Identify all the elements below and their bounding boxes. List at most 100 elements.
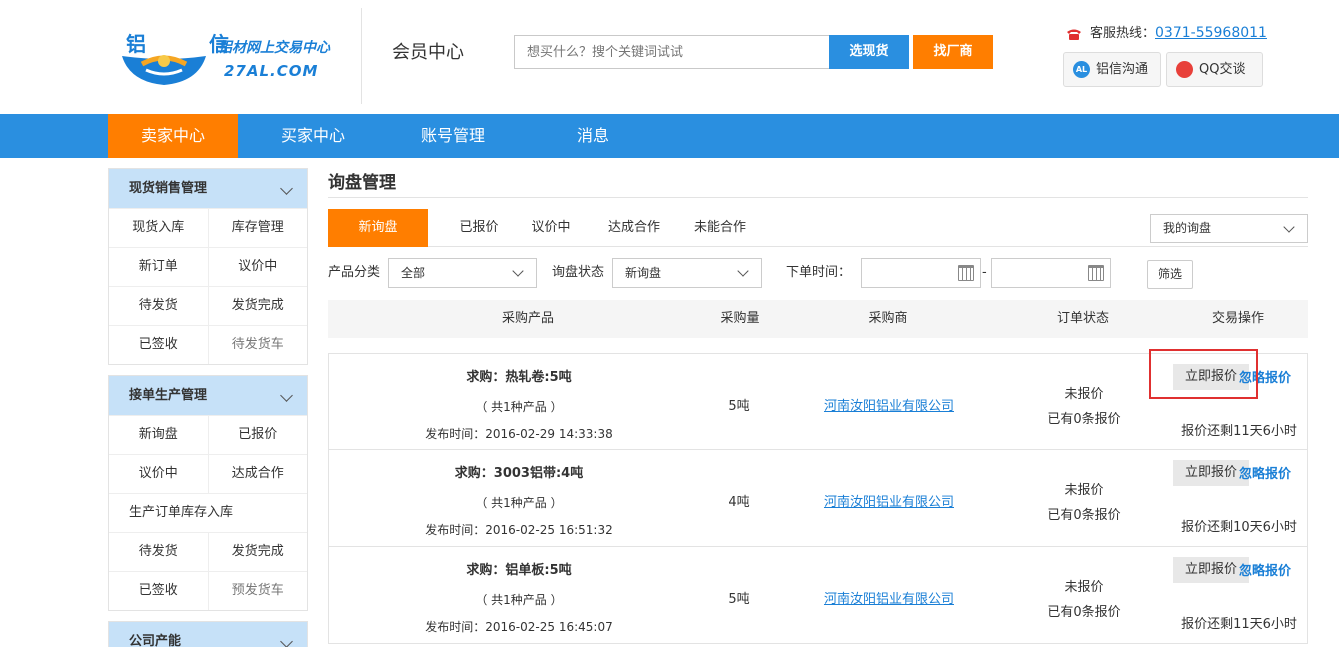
- sidebar-row: 已签收 待发货车: [109, 325, 307, 364]
- sidebar-item[interactable]: 已签收: [109, 572, 208, 610]
- sidebar-item[interactable]: 新订单: [109, 248, 208, 286]
- sidebar-item[interactable]: 已签收: [109, 326, 208, 364]
- logo-bowl-icon: [122, 55, 206, 85]
- find-factory-button[interactable]: 找厂商: [913, 35, 993, 69]
- table-row: 求购：3003铝带:4吨 （ 共1种产品 ） 发布时间：2016-02-25 1…: [328, 450, 1308, 547]
- al-chat-icon: AL: [1073, 61, 1090, 78]
- tab-negotiating[interactable]: 议价中: [516, 209, 586, 247]
- al-chat-button[interactable]: AL 铝信沟通: [1063, 52, 1161, 87]
- buyer-link[interactable]: 河南汝阳铝业有限公司: [799, 588, 979, 607]
- order-status: 未报价 已有0条报价: [1019, 382, 1149, 432]
- inquiry-tabs: 新询盘 已报价 议价中 达成合作 未能合作 我的询盘: [328, 209, 1308, 247]
- sidebar-item[interactable]: 待发货: [109, 287, 208, 325]
- quote-status: 未报价: [1064, 387, 1104, 402]
- product-title: 求购：铝单板:5吨: [466, 563, 572, 578]
- table-row: 求购：铝单板:5吨 （ 共1种产品 ） 发布时间：2016-02-25 16:4…: [328, 547, 1308, 644]
- category-value: 全部: [401, 266, 426, 280]
- sidebar-item[interactable]: 议价中: [109, 455, 208, 493]
- tab-agreed[interactable]: 达成合作: [594, 209, 674, 247]
- sidebar-group-header[interactable]: 现货销售管理: [109, 169, 307, 208]
- ignore-quote-link[interactable]: 忽略报价: [1226, 560, 1304, 583]
- site-logo[interactable]: 铝 信 铝材网上交易中心 27AL.COM: [118, 28, 343, 88]
- sidebar-row: 生产订单库存入库: [109, 493, 307, 532]
- nav-messages[interactable]: 消息: [528, 114, 658, 158]
- column-header: 采购商: [868, 311, 908, 326]
- nav-account[interactable]: 账号管理: [388, 114, 518, 158]
- sidebar-group-spot-sales: 现货销售管理 现货入库 库存管理 新订单 议价中 待发货 发货完成 已签收 待发…: [108, 168, 308, 365]
- main-nav: 卖家中心 买家中心 账号管理 消息: [0, 114, 1339, 158]
- quote-status: 未报价: [1064, 483, 1104, 498]
- chevron-down-icon: [1283, 221, 1295, 233]
- calendar-icon[interactable]: [1088, 265, 1104, 281]
- logo-slogan: 铝材网上交易中心: [218, 40, 330, 56]
- sidebar-row: 现货入库 库存管理: [109, 208, 307, 247]
- quote-count: 已有0条报价: [1047, 508, 1121, 523]
- header: 铝 信 铝材网上交易中心 27AL.COM 会员中心 选现货 找厂商 客服热线：…: [0, 0, 1339, 114]
- end-date-input[interactable]: [991, 258, 1111, 288]
- sidebar-item[interactable]: 发货完成: [207, 287, 308, 325]
- sidebar-item[interactable]: 预发货车: [207, 572, 308, 610]
- quote-status: 未报价: [1064, 580, 1104, 595]
- search-spot-button[interactable]: 选现货: [829, 35, 909, 69]
- sidebar-group-header[interactable]: 接单生产管理: [109, 376, 307, 415]
- sidebar-item[interactable]: 发货完成: [207, 533, 308, 571]
- hotline-label: 客服热线：: [1090, 26, 1156, 41]
- calendar-icon[interactable]: [958, 265, 974, 281]
- ignore-quote-link[interactable]: 忽略报价: [1226, 463, 1304, 486]
- header-divider: [361, 8, 362, 104]
- order-status: 未报价 已有0条报价: [1019, 575, 1149, 625]
- main-content: 询盘管理 新询盘 已报价 议价中 达成合作 未能合作 我的询盘 产品分类 全部 …: [328, 168, 1308, 644]
- start-date-input[interactable]: [861, 258, 981, 288]
- sidebar-group-header[interactable]: 公司产能: [109, 622, 307, 647]
- hotline-number[interactable]: 0371-55968011: [1155, 25, 1267, 41]
- nav-buyer-center[interactable]: 买家中心: [248, 114, 378, 158]
- product-count: （ 共1种产品 ）: [475, 496, 563, 510]
- tab-new-inquiry[interactable]: 新询盘: [328, 209, 428, 247]
- filter-button[interactable]: 筛选: [1147, 260, 1193, 289]
- qq-chat-button[interactable]: QQ交谈: [1166, 52, 1263, 87]
- order-time-label: 下单时间：: [786, 265, 852, 280]
- sidebar-item[interactable]: 待发货车: [207, 326, 308, 364]
- sidebar-item[interactable]: 新询盘: [109, 416, 208, 454]
- category-label: 产品分类: [328, 265, 381, 280]
- sidebar-row: 已签收 预发货车: [109, 571, 307, 610]
- sidebar-item[interactable]: 达成合作: [207, 455, 308, 493]
- sidebar-item[interactable]: 库存管理: [207, 209, 308, 247]
- status-value: 新询盘: [625, 266, 662, 280]
- quote-remaining: 报价还剩11天6小时: [1181, 617, 1297, 632]
- table-header: 采购产品 采购量 采购商 订单状态 交易操作: [328, 300, 1308, 338]
- qq-chat-label: QQ交谈: [1199, 62, 1246, 77]
- category-select[interactable]: 全部: [388, 258, 537, 288]
- product-count: （ 共1种产品 ）: [475, 593, 563, 607]
- sidebar-group-production: 接单生产管理 新询盘 已报价 议价中 达成合作 生产订单库存入库 待发货 发货完…: [108, 375, 308, 611]
- publish-time: 发布时间：2016-02-25 16:51:32: [425, 523, 613, 537]
- buyer-link[interactable]: 河南汝阳铝业有限公司: [799, 491, 979, 510]
- member-center-title: 会员中心: [392, 42, 464, 63]
- product-count: （ 共1种产品 ）: [475, 400, 563, 414]
- nav-seller-center[interactable]: 卖家中心: [108, 114, 238, 158]
- sidebar-row: 新询盘 已报价: [109, 415, 307, 454]
- date-separator: -: [982, 265, 987, 280]
- my-inquiry-value: 我的询盘: [1163, 221, 1212, 235]
- column-header: 订单状态: [1056, 311, 1109, 326]
- chevron-down-icon: [280, 389, 293, 402]
- tab-failed[interactable]: 未能合作: [680, 209, 760, 247]
- sidebar-row: 待发货 发货完成: [109, 532, 307, 571]
- sidebar-item[interactable]: 已报价: [207, 416, 308, 454]
- sidebar-item[interactable]: 生产订单库存入库: [109, 494, 307, 532]
- filter-bar: 产品分类 全部 询盘状态 新询盘 下单时间： - 筛选: [328, 258, 1308, 289]
- sidebar-item[interactable]: 议价中: [207, 248, 308, 286]
- sidebar-item[interactable]: 待发货: [109, 533, 208, 571]
- publish-time: 发布时间：2016-02-25 16:45:07: [425, 620, 613, 634]
- purchase-qty: 5吨: [728, 399, 750, 414]
- status-select[interactable]: 新询盘: [612, 258, 762, 288]
- my-inquiry-select[interactable]: 我的询盘: [1150, 214, 1308, 243]
- quote-remaining: 报价还剩10天6小时: [1181, 520, 1297, 535]
- tab-quoted[interactable]: 已报价: [444, 209, 514, 247]
- sidebar-group-title: 现货销售管理: [129, 181, 208, 196]
- search-input[interactable]: [514, 35, 830, 69]
- column-header: 交易操作: [1211, 311, 1264, 326]
- buyer-link[interactable]: 河南汝阳铝业有限公司: [799, 395, 979, 414]
- sidebar-item[interactable]: 现货入库: [109, 209, 208, 247]
- logo-domain: 27AL.COM: [224, 62, 319, 80]
